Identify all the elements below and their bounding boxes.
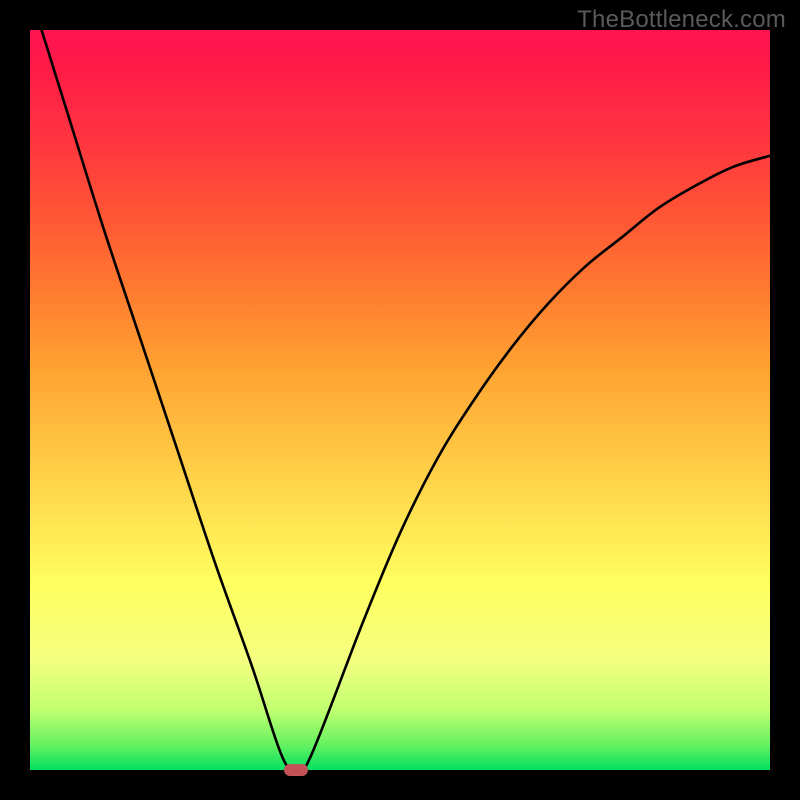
- min-marker: [284, 764, 308, 776]
- curve-svg: [30, 30, 770, 770]
- curve-line: [30, 0, 770, 773]
- chart-container: TheBottleneck.com: [0, 0, 800, 800]
